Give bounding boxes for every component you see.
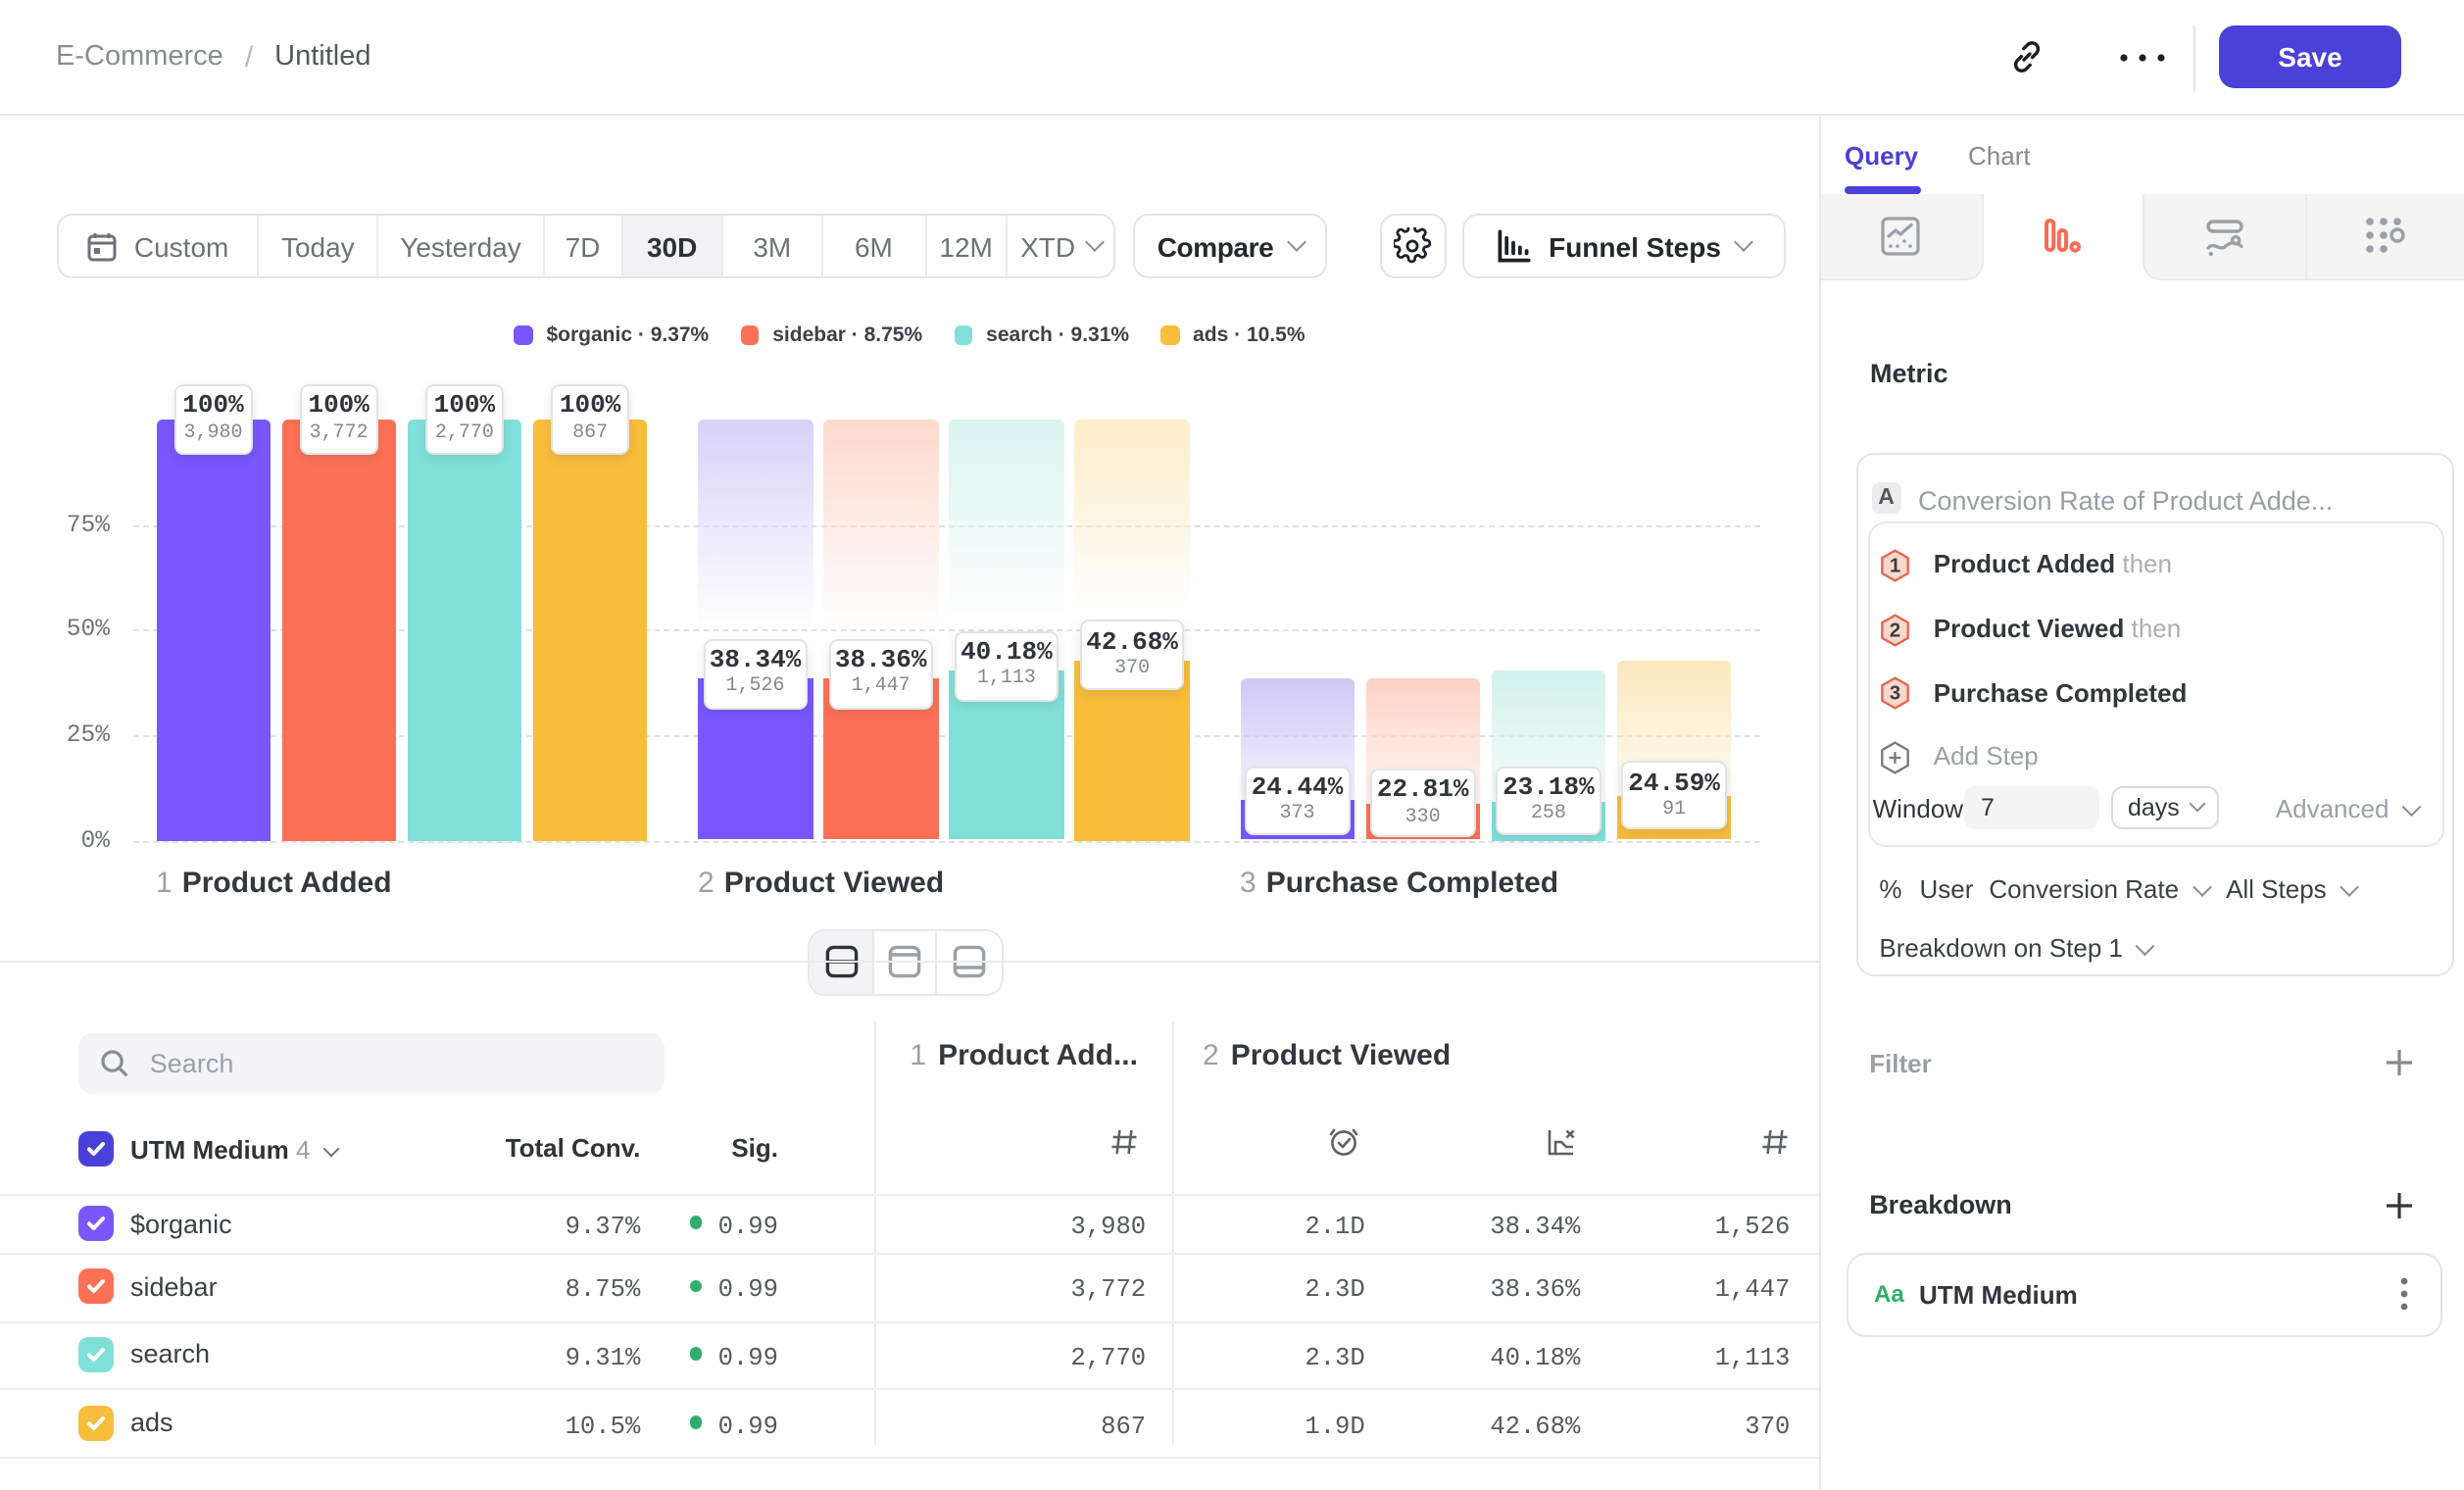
svg-text:2: 2 [1889, 620, 1899, 641]
svg-text:3: 3 [1889, 683, 1899, 705]
svg-text:1: 1 [1889, 555, 1899, 576]
